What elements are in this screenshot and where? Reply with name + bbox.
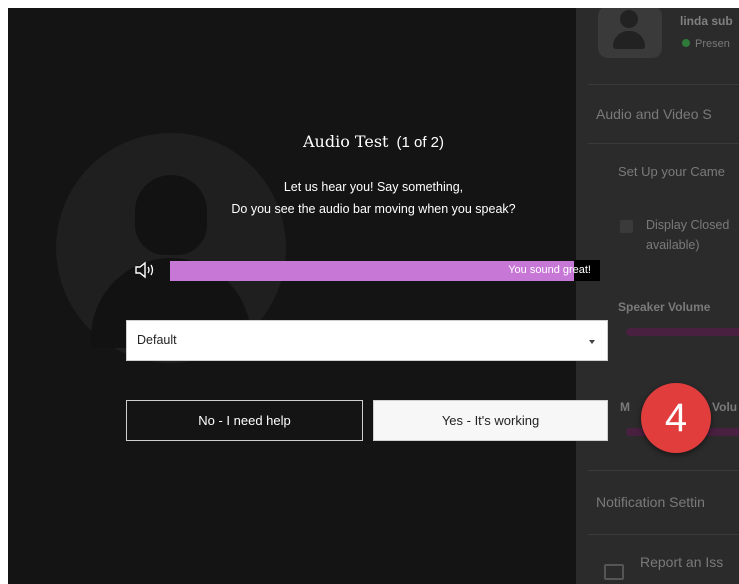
- presence-status: Presen: [682, 38, 730, 50]
- audio-device-selected-value: Default: [137, 333, 177, 347]
- step-number-badge: 4: [641, 383, 711, 453]
- instruction-line-2: Do you see the audio bar moving when you…: [231, 202, 516, 216]
- notification-settings[interactable]: Notification Settin: [596, 494, 705, 510]
- chevron-down-icon: [589, 340, 595, 344]
- audio-test-title: Audio Test: [302, 132, 389, 151]
- audio-test-overlay: linda sub Presen Audio and Video S Set U…: [8, 8, 739, 584]
- speaker-volume-slider[interactable]: [626, 328, 739, 336]
- mic-volume-label: Volu: [712, 400, 738, 414]
- step-counter: (1 of 2): [396, 134, 444, 151]
- chat-report-icon: [604, 564, 624, 580]
- captions-label-2: available): [646, 238, 700, 252]
- report-issue-link[interactable]: Report an Iss: [640, 554, 723, 570]
- captions-checkbox[interactable]: [620, 220, 633, 233]
- captions-label: Display Closed: [646, 218, 730, 232]
- side-panel: linda sub Presen Audio and Video S Set U…: [576, 8, 739, 584]
- yes-its-working-button[interactable]: Yes - It's working: [373, 400, 608, 441]
- setup-camera-link[interactable]: Set Up your Came: [618, 164, 725, 179]
- speaker-icon: [135, 261, 154, 279]
- user-avatar-icon: [598, 8, 662, 58]
- presence-dot-icon: [682, 39, 690, 47]
- modal-title: Audio Test (1 of 2): [8, 132, 739, 152]
- user-name: linda sub: [680, 14, 733, 28]
- instruction-line-1: Let us hear you! Say something,: [283, 180, 464, 194]
- speaker-volume-label: Speaker Volume: [618, 300, 711, 314]
- mic-volume-label-prefix: M: [620, 400, 630, 414]
- audio-status-label: You sound great!: [508, 264, 591, 276]
- no-need-help-button[interactable]: No - I need help: [126, 400, 363, 441]
- section-audio-video: Audio and Video S: [596, 106, 712, 122]
- audio-device-select[interactable]: Default: [126, 320, 608, 361]
